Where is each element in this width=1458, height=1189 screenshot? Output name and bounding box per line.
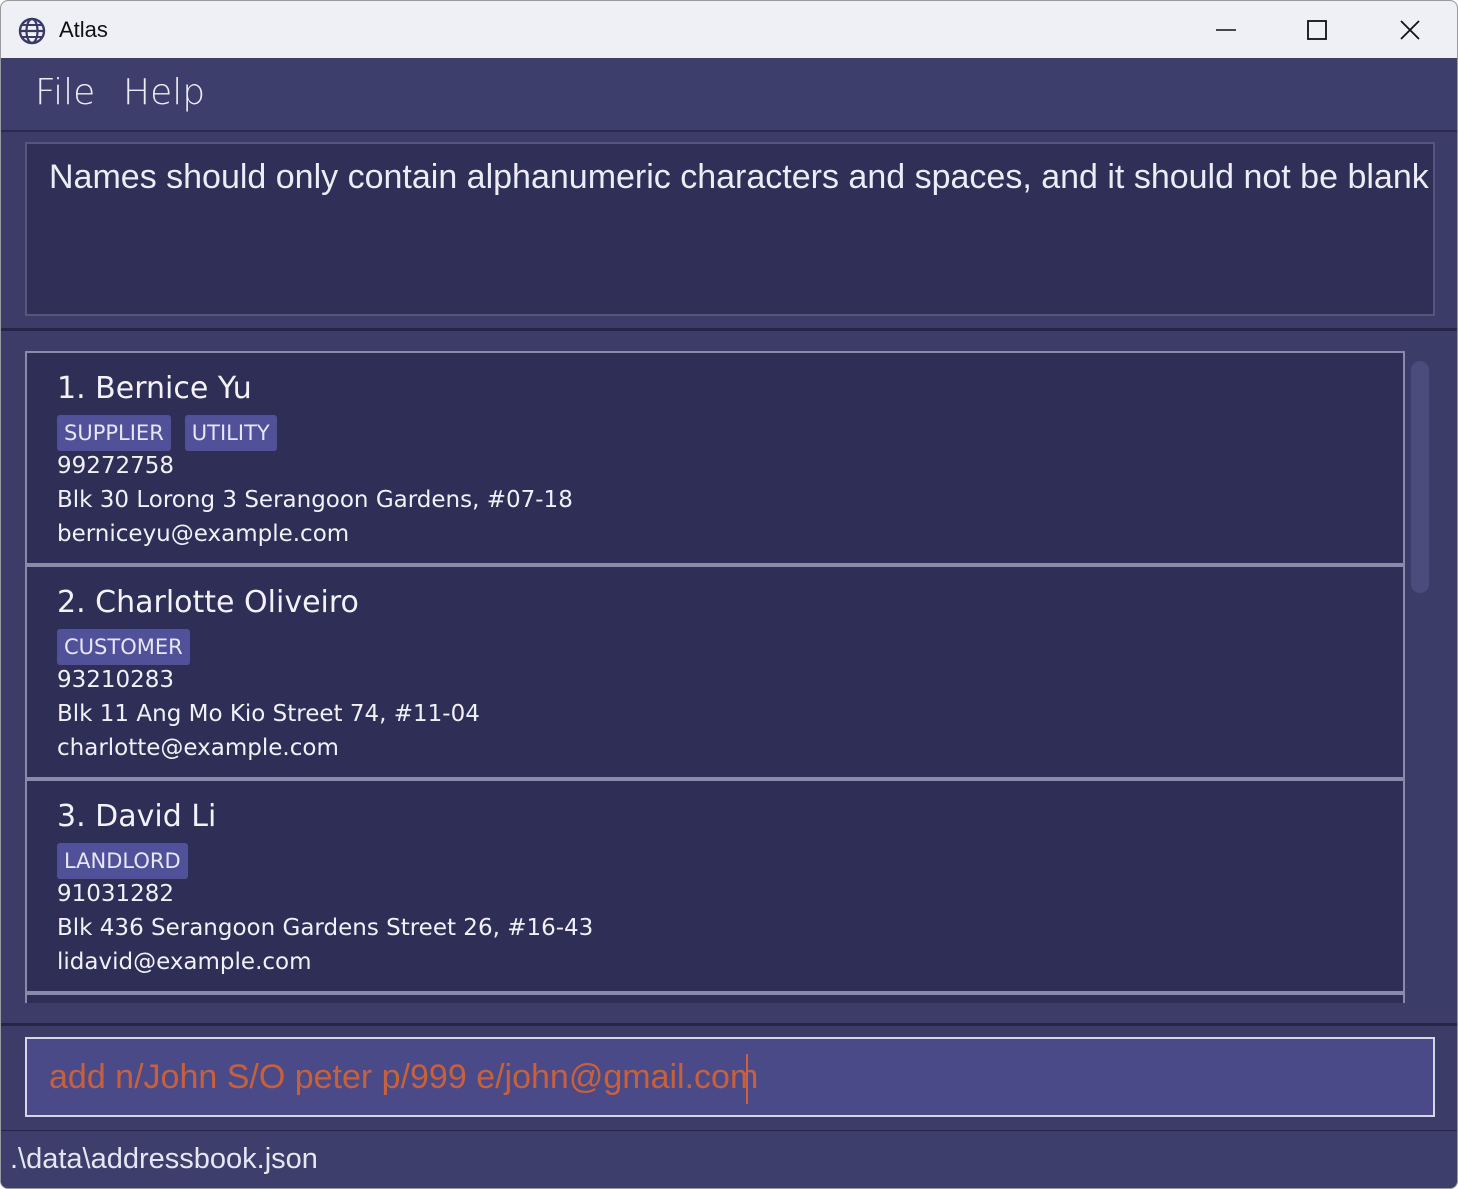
person-name: 2. Charlotte Oliveiro bbox=[57, 585, 359, 620]
person-card[interactable]: 1. Bernice Yu SUPPLIER UTILITY 99272758 … bbox=[25, 351, 1405, 565]
list-scrollbar-thumb[interactable] bbox=[1411, 361, 1429, 593]
command-box bbox=[25, 1037, 1435, 1117]
person-email: lidavid@example.com bbox=[57, 949, 312, 975]
result-message: Names should only contain alphanumeric c… bbox=[49, 158, 1429, 196]
save-file-path: .\data\addressbook.json bbox=[10, 1143, 318, 1175]
person-card[interactable]: 2. Charlotte Oliveiro CUSTOMER 93210283 … bbox=[25, 565, 1405, 779]
menu-help[interactable]: Help bbox=[123, 72, 205, 113]
minimize-button[interactable] bbox=[1181, 1, 1271, 58]
person-phone: 93210283 bbox=[57, 667, 175, 693]
person-name: 3. David Li bbox=[57, 799, 217, 834]
globe-icon bbox=[18, 17, 46, 45]
close-icon bbox=[1400, 19, 1420, 40]
command-input[interactable] bbox=[49, 1039, 1409, 1115]
person-card-partial[interactable] bbox=[25, 993, 1405, 1003]
text-caret bbox=[746, 1054, 748, 1104]
person-address: Blk 30 Lorong 3 Serangoon Gardens, #07-1… bbox=[57, 487, 573, 513]
person-email: charlotte@example.com bbox=[57, 735, 339, 761]
person-phone: 99272758 bbox=[57, 453, 175, 479]
person-list-panel: 1. Bernice Yu SUPPLIER UTILITY 99272758 … bbox=[1, 331, 1457, 1026]
command-panel bbox=[1, 1026, 1457, 1133]
person-card[interactable]: 3. David Li LANDLORD 91031282 Blk 436 Se… bbox=[25, 779, 1405, 993]
menu-file[interactable]: File bbox=[35, 72, 95, 113]
tag-label: SUPPLIER bbox=[57, 415, 171, 451]
person-tags: LANDLORD bbox=[57, 843, 188, 879]
maximize-button[interactable] bbox=[1272, 1, 1362, 58]
person-address: Blk 11 Ang Mo Kio Street 74, #11-04 bbox=[57, 701, 480, 727]
minimize-icon bbox=[1216, 28, 1236, 31]
person-tags: SUPPLIER UTILITY bbox=[57, 415, 277, 451]
tag-label: UTILITY bbox=[184, 415, 277, 451]
app-window: Atlas File Help Names should only contai… bbox=[0, 0, 1458, 1189]
tag-label: CUSTOMER bbox=[57, 629, 190, 665]
person-name: 1. Bernice Yu bbox=[57, 371, 252, 406]
person-tags: CUSTOMER bbox=[57, 629, 190, 665]
person-list[interactable]: 1. Bernice Yu SUPPLIER UTILITY 99272758 … bbox=[25, 351, 1405, 1003]
person-email: berniceyu@example.com bbox=[57, 521, 350, 547]
result-display-panel: Names should only contain alphanumeric c… bbox=[1, 132, 1457, 331]
person-phone: 91031282 bbox=[57, 881, 175, 907]
window-title: Atlas bbox=[59, 17, 108, 42]
person-address: Blk 436 Serangoon Gardens Street 26, #16… bbox=[57, 915, 594, 941]
title-bar: Atlas bbox=[1, 1, 1457, 58]
close-button[interactable] bbox=[1365, 1, 1455, 58]
tag-label: LANDLORD bbox=[57, 843, 188, 879]
maximize-icon bbox=[1307, 19, 1327, 40]
menu-bar: File Help bbox=[1, 58, 1457, 132]
result-display-box: Names should only contain alphanumeric c… bbox=[25, 142, 1435, 316]
status-bar: .\data\addressbook.json bbox=[1, 1131, 1457, 1188]
